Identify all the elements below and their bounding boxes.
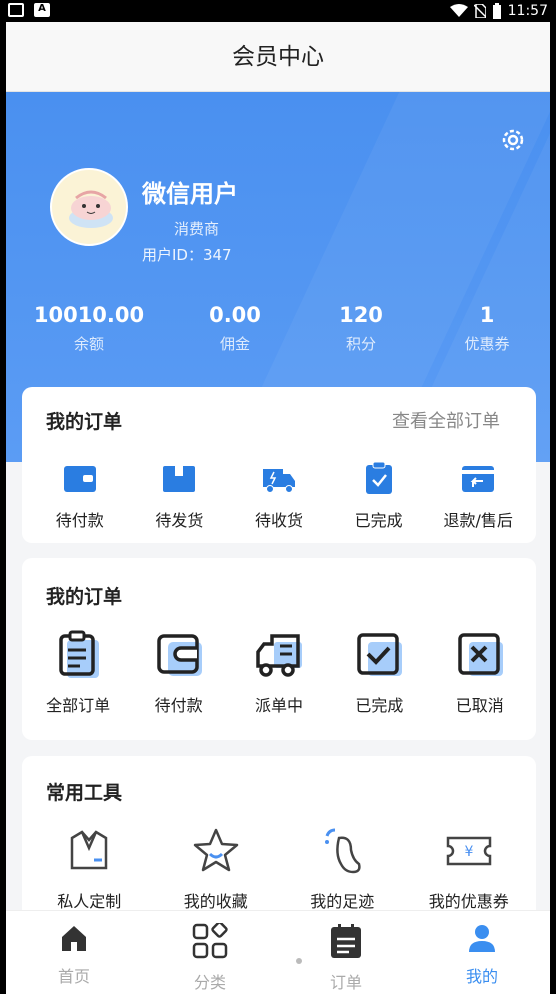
tool-custom[interactable]: 私人定制: [27, 826, 151, 912]
user-role: 消费商: [174, 220, 220, 238]
wallet-icon: [63, 466, 96, 492]
stat-label: 佣金: [219, 335, 250, 353]
app-icon: A: [34, 3, 50, 17]
package-icon: [163, 466, 196, 492]
footprint-icon: [325, 828, 361, 874]
stats-row: 10010.00 余额 0.00 佣金 120 积分 1 优惠券: [6, 300, 550, 360]
stat-label: 余额: [73, 335, 104, 353]
order-refund[interactable]: 退款/售后: [430, 461, 526, 531]
order-label: 全部订单: [46, 696, 111, 715]
stat-commission[interactable]: 0.00 佣金: [172, 300, 298, 360]
order-pending-payment[interactable]: 待付款: [32, 461, 128, 531]
order-label: 待发货: [155, 511, 204, 530]
refund-icon: [462, 466, 495, 492]
stat-balance[interactable]: 10010.00 余额: [6, 300, 172, 360]
coupon-icon: ¥: [446, 836, 491, 866]
orders-row: 待付款 待发货 待收货 已完成 退款/售后: [22, 461, 536, 531]
order-label: 退款/售后: [443, 511, 513, 530]
order-label: 已完成: [354, 511, 403, 530]
tools-row: 私人定制 我的收藏 我的足迹 ¥ 我的优惠券: [22, 826, 536, 912]
no-sim-icon: [473, 4, 486, 18]
truck-icon: [256, 634, 302, 677]
orders-card: 我的订单 查看全部订单 待付款 待发货 待收货 已完成 退款/售后: [22, 387, 536, 543]
settings-button[interactable]: [498, 126, 528, 156]
order-completed[interactable]: 已完成: [331, 461, 427, 531]
battery-icon: [492, 3, 501, 19]
stat-points[interactable]: 120 积分: [298, 300, 424, 360]
order2-cancelled[interactable]: 已取消: [431, 630, 529, 716]
status-bar: A 11:57: [0, 0, 556, 22]
tool-favorites[interactable]: 我的收藏: [154, 826, 278, 912]
orders-title: 我的订单: [46, 411, 123, 433]
orders-card-2: 我的订单 全部订单 待付款 派单中 已完成 已取消: [22, 558, 536, 740]
page-indicator-dot: [296, 958, 302, 964]
star-icon: [193, 828, 238, 872]
stat-value: 120: [339, 303, 383, 327]
home-icon: [62, 926, 86, 951]
user-id: 用户ID：347: [142, 246, 232, 264]
order2-pending-payment[interactable]: 待付款: [130, 630, 228, 716]
order-pending-receipt[interactable]: 待收货: [231, 461, 327, 531]
nav-mine[interactable]: 我的: [414, 911, 550, 994]
tools-title: 常用工具: [46, 782, 123, 804]
avatar[interactable]: [50, 168, 128, 246]
truck-icon: [262, 469, 295, 493]
order2-all[interactable]: 全部订单: [29, 630, 127, 716]
nav-label: 订单: [329, 973, 362, 992]
clipboard-list-icon: [59, 630, 100, 678]
order2-dispatching[interactable]: 派单中: [230, 630, 328, 716]
tool-footprints[interactable]: 我的足迹: [280, 826, 404, 912]
stat-value: 10010.00: [33, 303, 145, 327]
status-time: 11:57: [507, 3, 548, 19]
user-icon: [469, 925, 495, 952]
order-label: 已取消: [455, 696, 504, 715]
tool-coupons[interactable]: ¥ 我的优惠券: [407, 826, 531, 912]
view-all-orders-link[interactable]: 查看全部订单: [392, 407, 500, 433]
user-name: 微信用户: [142, 180, 238, 208]
avatar-image: [69, 190, 113, 228]
svg-text:¥: ¥: [464, 844, 473, 860]
tool-label: 私人定制: [57, 892, 122, 911]
page-title: 会员中心: [6, 22, 550, 92]
stat-coupons[interactable]: 1 优惠券: [424, 300, 550, 360]
wifi-icon: [449, 4, 468, 17]
orders2-title: 我的订单: [46, 586, 123, 608]
tool-label: 我的优惠券: [428, 892, 509, 911]
clipboard-check-icon: [365, 461, 392, 494]
tool-label: 我的足迹: [310, 892, 375, 911]
nav-home[interactable]: 首页: [6, 911, 142, 994]
order-label: 派单中: [254, 696, 303, 715]
orders2-row: 全部订单 待付款 派单中 已完成 已取消: [22, 630, 536, 716]
nav-category[interactable]: 分类: [142, 911, 278, 994]
order-label: 已完成: [355, 696, 404, 715]
nav-label: 分类: [193, 973, 226, 992]
check-square-icon: [357, 633, 403, 676]
order2-completed[interactable]: 已完成: [330, 630, 428, 716]
bottom-nav: 首页 分类 订单 我的: [6, 910, 550, 994]
stat-label: 积分: [345, 335, 376, 353]
suit-icon: [71, 830, 108, 870]
order-icon: [331, 924, 361, 958]
app-screen: 会员中心 微信用户 消费商 用户ID：347 10010.00 余额 0.00 …: [6, 22, 550, 994]
nav-label: 我的: [465, 967, 498, 986]
category-icon: [192, 921, 228, 959]
gear-icon: [502, 129, 524, 151]
stat-value: 1: [479, 303, 495, 327]
stat-label: 优惠券: [464, 335, 510, 353]
order-pending-shipment[interactable]: 待发货: [131, 461, 227, 531]
notification-icon: [8, 3, 24, 17]
wallet-icon: [156, 634, 202, 676]
x-square-icon: [458, 633, 503, 676]
nav-orders[interactable]: 订单: [278, 911, 414, 994]
tool-label: 我的收藏: [183, 892, 248, 911]
order-label: 待付款: [154, 696, 203, 715]
order-label: 待付款: [55, 511, 104, 530]
stat-value: 0.00: [209, 303, 261, 327]
order-label: 待收货: [254, 511, 303, 530]
nav-label: 首页: [57, 967, 90, 986]
